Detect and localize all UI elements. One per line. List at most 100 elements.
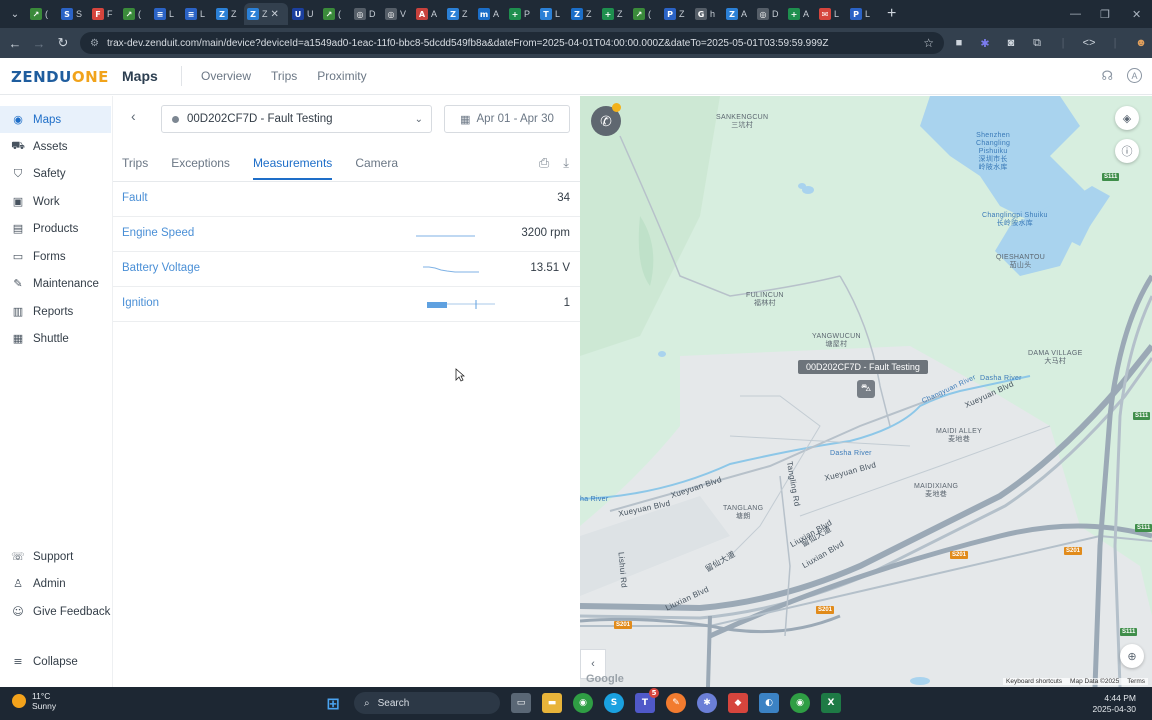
map-view[interactable]: SANKENGCUN 三坑村 Shenzhen Changling Pishuik… — [580, 96, 1152, 687]
browser-tab[interactable]: ≡ L — [151, 3, 181, 25]
browser-tab[interactable]: ◎ D — [351, 3, 381, 25]
site-info-icon[interactable]: ⚙ — [90, 38, 99, 49]
browser-tab[interactable]: ZZ — [444, 3, 474, 25]
chrome-icon[interactable]: ◉ — [573, 693, 593, 713]
weather-widget[interactable]: 11°C Sunny — [12, 691, 56, 711]
browser-tab[interactable]: UU — [289, 3, 319, 25]
layers-icon[interactable]: ◈ — [1115, 106, 1139, 130]
browser-tab[interactable]: ≡ L — [182, 3, 212, 25]
sidebar-item-work[interactable]: ▣ Work — [0, 188, 111, 215]
back-arrow-icon[interactable]: ← — [3, 36, 27, 51]
sidebar-item-admin[interactable]: ♙ Admin — [0, 570, 111, 597]
teams-icon[interactable]: T5 — [635, 688, 659, 713]
minimize-icon[interactable]: — — [1070, 0, 1081, 28]
extension-gear-icon[interactable]: ✱ — [978, 36, 992, 50]
profile-avatar-icon[interactable]: ☻ — [1134, 36, 1148, 50]
sidebar-item-maintenance[interactable]: ✎ Maintenance — [0, 270, 111, 297]
close-tab-icon[interactable]: ✕ — [271, 9, 279, 20]
tab-camera[interactable]: Camera — [355, 156, 398, 180]
topnav-overview[interactable]: Overview — [201, 69, 251, 83]
measurement-row-fault[interactable]: Fault 34 — [113, 182, 580, 217]
browser-tab[interactable]: Gh — [692, 3, 722, 25]
browser-tab[interactable]: + Z — [599, 3, 629, 25]
close-window-icon[interactable]: ✕ — [1132, 0, 1141, 28]
zenduone-logo[interactable]: ZENDUONE — [11, 68, 109, 86]
browser-tab[interactable]: mA — [475, 3, 505, 25]
browser-tab[interactable]: SS — [58, 3, 88, 25]
skype-icon[interactable]: S — [604, 693, 624, 713]
anydesk-icon[interactable]: ◆ — [728, 693, 748, 713]
browser-tab[interactable]: FF — [89, 3, 119, 25]
user-avatar[interactable]: A — [1127, 68, 1142, 83]
terms-link[interactable]: Terms — [1127, 678, 1145, 685]
tab-trips[interactable]: Trips — [122, 156, 148, 180]
sidebar-item-reports[interactable]: ▥ Reports — [0, 298, 111, 325]
file-explorer-icon[interactable]: ▬ — [542, 693, 562, 713]
browser-tab[interactable]: ◎ D — [754, 3, 784, 25]
vehicle-marker-car-icon[interactable]: ⛍ — [857, 380, 875, 398]
excel-icon[interactable]: X — [821, 693, 841, 713]
collapse-sidebar-button[interactable]: ≡ Collapse — [0, 648, 111, 675]
sidebar-item-support[interactable]: ☏ Support — [0, 543, 111, 570]
recenter-icon[interactable]: ⊕ — [1120, 644, 1144, 668]
measurement-row-battery-voltage[interactable]: Battery Voltage 13.51 V — [113, 252, 580, 287]
browser-tab[interactable]: ↗( — [120, 3, 150, 25]
device-select[interactable]: 00D202CF7D - Fault Testing ⌄ — [161, 105, 432, 133]
extension-square-icon[interactable]: ■ — [952, 36, 966, 50]
tab-search-chevron-icon[interactable]: ⌄ — [4, 3, 26, 25]
measurement-name[interactable]: Battery Voltage — [122, 262, 200, 274]
measurement-name[interactable]: Ignition — [122, 297, 159, 309]
sidebar-item-give-feedback[interactable]: ☺ Give Feedback — [0, 598, 111, 625]
headset-icon[interactable]: ☊ — [1101, 68, 1113, 84]
measurement-name[interactable]: Fault — [122, 192, 148, 204]
sidebar-item-forms[interactable]: ▭ Forms — [0, 243, 111, 270]
sidebar-item-maps[interactable]: ◉ Maps — [0, 106, 111, 133]
taskbar-search[interactable]: ⌕ Search — [354, 692, 500, 714]
puzzle-icon[interactable]: ⧉ — [1030, 36, 1044, 50]
reload-icon[interactable]: ↻ — [51, 35, 75, 51]
tab-exceptions[interactable]: Exceptions — [171, 156, 230, 180]
bookmark-star-icon[interactable]: ☆ — [923, 36, 934, 50]
devtools-icon[interactable]: <> — [1082, 36, 1096, 50]
forward-arrow-icon[interactable]: → — [27, 36, 51, 51]
keyboard-shortcuts-link[interactable]: Keyboard shortcuts — [1006, 678, 1062, 685]
back-chevron-icon[interactable]: ‹ — [131, 108, 136, 124]
browser-tab[interactable]: AA — [413, 3, 443, 25]
task-view-icon[interactable]: ▭ — [511, 693, 531, 713]
chrome-profile-icon[interactable]: ◉ — [790, 693, 810, 713]
date-range-button[interactable]: ▦ Apr 01 - Apr 30 — [444, 105, 570, 133]
measurement-row-engine-speed[interactable]: Engine Speed 3200 rpm — [113, 217, 580, 252]
browser-tab[interactable]: + A — [785, 3, 815, 25]
taskbar-clock[interactable]: 4:44 PM 2025-04-30 — [1093, 693, 1136, 715]
browser-tab[interactable]: ↗( — [320, 3, 350, 25]
browser-tab[interactable]: ↗( — [630, 3, 660, 25]
sidebar-item-products[interactable]: ▤ Products — [0, 215, 111, 242]
browser-tab[interactable]: PL — [847, 3, 877, 25]
camera-icon[interactable]: ◙ — [1004, 36, 1018, 50]
browser-tab[interactable]: TL — [537, 3, 567, 25]
browser-tab[interactable]: ZA — [723, 3, 753, 25]
browser-tab[interactable]: PZ — [661, 3, 691, 25]
copilot-icon[interactable]: ◐ — [759, 693, 779, 713]
browser-tab[interactable]: ZZ — [568, 3, 598, 25]
settings-app-icon[interactable]: ✱ — [697, 693, 717, 713]
browser-tab[interactable]: ↗( — [27, 3, 57, 25]
tab-measurements[interactable]: Measurements — [252, 156, 333, 180]
topnav-trips[interactable]: Trips — [271, 69, 297, 83]
maximize-icon[interactable]: ❐ — [1100, 0, 1110, 28]
browser-tab[interactable]: ZZ — [213, 3, 243, 25]
measurement-name[interactable]: Engine Speed — [122, 227, 194, 239]
windows-start-icon[interactable]: ⊞ — [323, 693, 343, 713]
print-icon[interactable]: ⎙ — [539, 155, 549, 171]
topnav-proximity[interactable]: Proximity — [317, 69, 366, 83]
vehicle-label[interactable]: 00D202CF7D - Fault Testing — [798, 360, 928, 374]
download-icon[interactable]: ⤓ — [563, 155, 569, 171]
browser-tab[interactable]: ◎ V — [382, 3, 412, 25]
new-tab-plus-icon[interactable]: + — [887, 5, 896, 23]
measurement-row-ignition[interactable]: Ignition 1 — [113, 287, 580, 322]
sidebar-item-shuttle[interactable]: ▦ Shuttle — [0, 325, 111, 352]
url-field[interactable]: ⚙ trax-dev.zenduit.com/main/device?devic… — [80, 32, 944, 54]
browser-tab[interactable]: + P — [506, 3, 536, 25]
sidebar-item-assets[interactable]: ⛟ Assets — [0, 133, 111, 160]
info-icon[interactable]: ⓘ — [1115, 139, 1139, 163]
